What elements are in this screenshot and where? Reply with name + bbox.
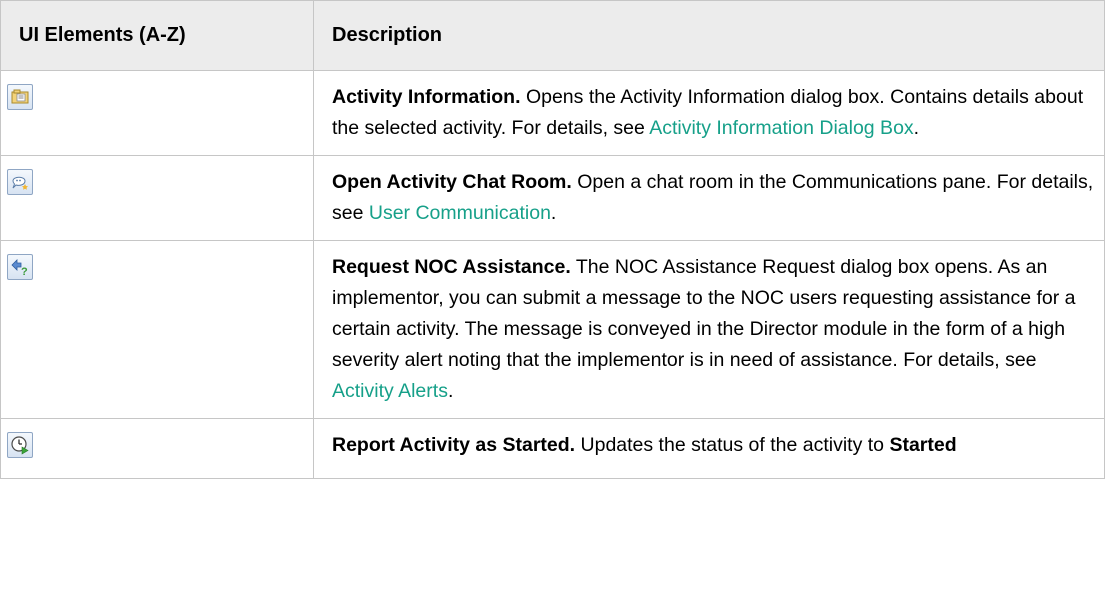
description-cell: Activity Information. Opens the Activity… xyxy=(313,70,1105,156)
row-text: Updates the status of the activity to xyxy=(575,434,890,456)
activity-information-dialog-box-link[interactable]: Activity Information Dialog Box xyxy=(649,117,913,139)
icon-cell xyxy=(0,155,314,241)
icon-cell: ? xyxy=(0,240,314,419)
activity-information-icon xyxy=(7,84,33,110)
row-title: Open Activity Chat Room. xyxy=(332,171,572,193)
row-text-end: . xyxy=(550,202,557,224)
svg-text:?: ? xyxy=(21,266,28,277)
description-cell: Report Activity as Started. Updates the … xyxy=(313,418,1105,479)
icon-cell xyxy=(0,70,314,156)
table-row: Activity Information. Opens the Activity… xyxy=(0,70,1105,156)
row-title: Report Activity as Started. xyxy=(332,434,576,456)
icon-cell xyxy=(0,418,314,479)
description-cell: Request NOC Assistance. The NOC Assistan… xyxy=(313,240,1105,419)
table-header-row: UI Elements (A-Z) Description xyxy=(0,0,1105,71)
row-text-end: . xyxy=(447,380,454,402)
ui-elements-table: UI Elements (A-Z) Description Activity I… xyxy=(0,0,1105,479)
activity-alerts-link[interactable]: Activity Alerts xyxy=(332,380,448,402)
table-row: Open Activity Chat Room. Open a chat roo… xyxy=(0,155,1105,241)
row-title: Request NOC Assistance. xyxy=(332,256,571,278)
header-description: Description xyxy=(313,0,1105,71)
row-text-end: . xyxy=(913,117,920,139)
header-ui-elements: UI Elements (A-Z) xyxy=(0,0,314,71)
user-communication-link[interactable]: User Communication xyxy=(369,202,551,224)
report-started-icon xyxy=(7,432,33,458)
request-assistance-icon: ? xyxy=(7,254,33,280)
description-cell: Open Activity Chat Room. Open a chat roo… xyxy=(313,155,1105,241)
chat-room-icon xyxy=(7,169,33,195)
status-started: Started xyxy=(889,434,957,456)
table-row: ? Request NOC Assistance. The NOC Assist… xyxy=(0,240,1105,419)
row-title: Activity Information. xyxy=(332,86,521,108)
table-row: Report Activity as Started. Updates the … xyxy=(0,418,1105,479)
